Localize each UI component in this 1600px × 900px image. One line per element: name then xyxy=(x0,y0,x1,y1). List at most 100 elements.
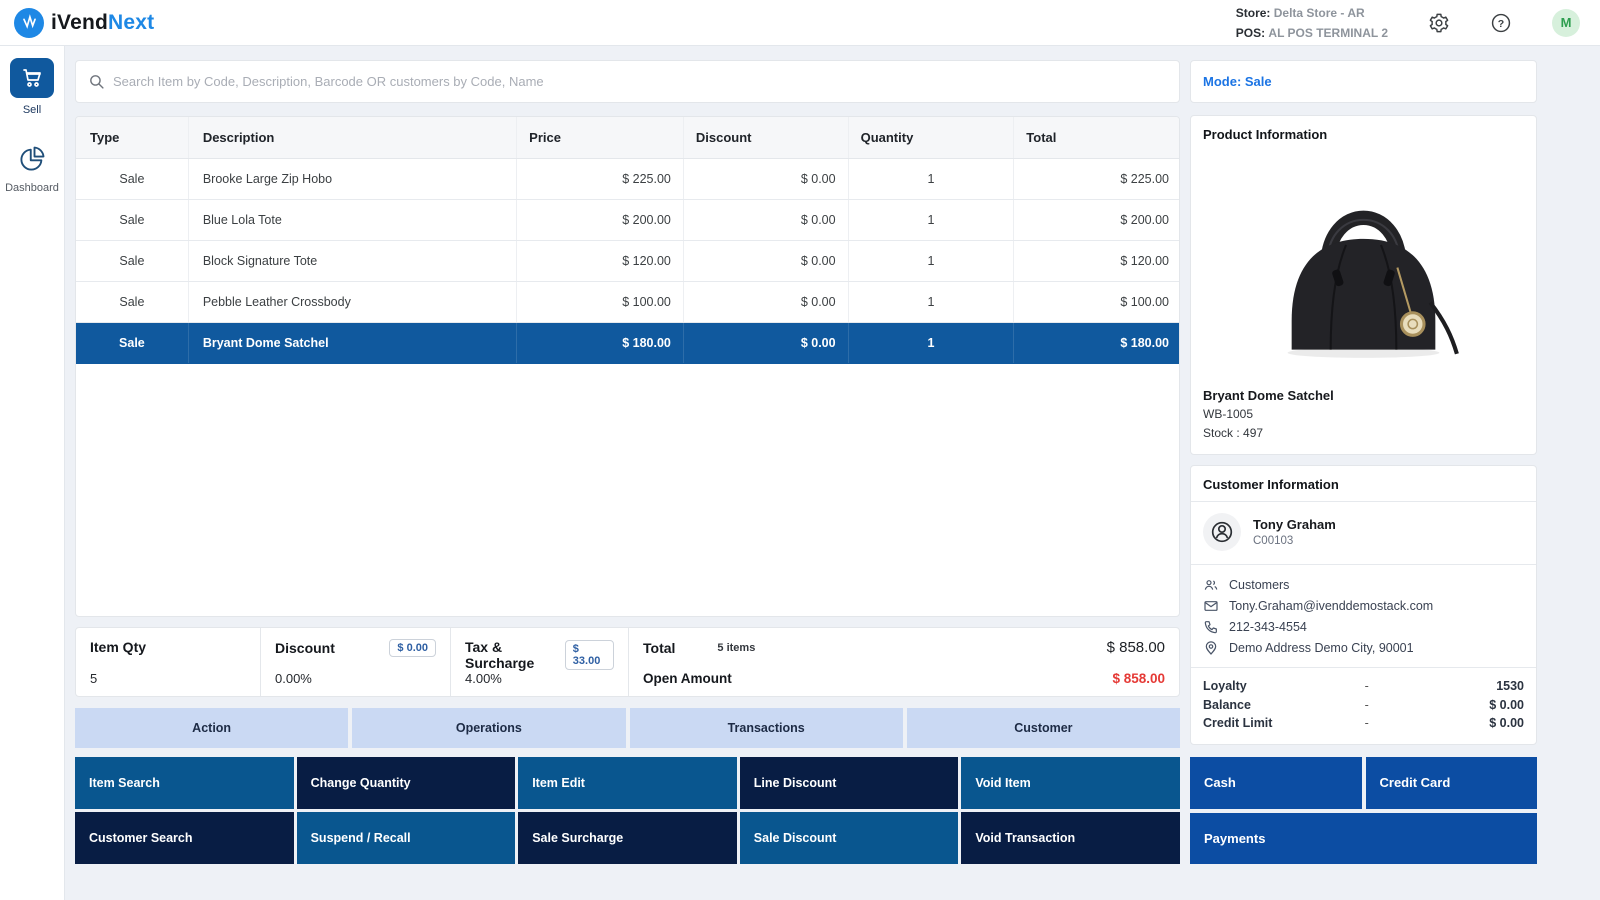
row-quantity: 1 xyxy=(849,323,1015,363)
void-item-button[interactable]: Void Item xyxy=(961,757,1180,809)
customers-icon xyxy=(1203,577,1219,593)
tab-customer[interactable]: Customer xyxy=(907,708,1180,748)
cash-button[interactable]: Cash xyxy=(1190,757,1362,809)
customer-email-text: Tony.Graham@ivenddemostack.com xyxy=(1229,599,1433,613)
total-items-count: 5 items xyxy=(717,642,755,654)
loyalty-row: Loyalty - 1530 xyxy=(1203,677,1524,696)
balance-label: Balance xyxy=(1203,698,1338,712)
row-type: Sale xyxy=(76,282,189,322)
row-total: $ 180.00 xyxy=(1014,323,1179,363)
action-button-grid: Item Search Change Quantity Item Edit Li… xyxy=(75,757,1180,864)
cart-table: Type Description Price Discount Quantity… xyxy=(75,116,1180,617)
table-row-selected[interactable]: Sale Bryant Dome Satchel $ 180.00 $ 0.00… xyxy=(76,323,1179,364)
sidebar-item-dashboard[interactable]: Dashboard xyxy=(0,142,64,194)
discount-amount-badge: $ 0.00 xyxy=(389,639,436,657)
customer-avatar-icon xyxy=(1203,513,1241,551)
header-right: Store: Delta Store - AR POS: AL POS TERM… xyxy=(1236,3,1580,43)
store-label: Store: xyxy=(1236,6,1271,20)
open-amount-label: Open Amount xyxy=(643,671,732,686)
row-type: Sale xyxy=(76,200,189,240)
pos-line: POS: AL POS TERMINAL 2 xyxy=(1236,23,1388,43)
row-total: $ 225.00 xyxy=(1014,159,1179,199)
table-row[interactable]: Sale Brooke Large Zip Hobo $ 225.00 $ 0.… xyxy=(76,159,1179,200)
tab-action[interactable]: Action xyxy=(75,708,348,748)
item-qty-value: 5 xyxy=(90,671,246,686)
balance-row: Balance - $ 0.00 xyxy=(1203,696,1524,715)
store-value: Delta Store - AR xyxy=(1274,6,1365,20)
search-input[interactable] xyxy=(113,74,1167,89)
col-header-type: Type xyxy=(76,117,189,158)
sale-summary: Item Qty 5 Discount $ 0.00 0.00% Tax & S… xyxy=(75,627,1180,697)
sale-discount-button[interactable]: Sale Discount xyxy=(740,812,959,864)
line-discount-button[interactable]: Line Discount xyxy=(740,757,959,809)
customer-code: C00103 xyxy=(1253,535,1336,547)
item-edit-button[interactable]: Item Edit xyxy=(518,757,737,809)
row-quantity: 1 xyxy=(849,159,1015,199)
user-avatar[interactable]: M xyxy=(1552,9,1580,37)
row-type: Sale xyxy=(76,159,189,199)
suspend-recall-button[interactable]: Suspend / Recall xyxy=(297,812,516,864)
customer-email-row: Tony.Graham@ivenddemostack.com xyxy=(1203,595,1524,616)
brand-name: iVendNext xyxy=(51,11,154,35)
table-row[interactable]: Sale Pebble Leather Crossbody $ 100.00 $… xyxy=(76,282,1179,323)
sidebar-dashboard-label: Dashboard xyxy=(0,182,64,194)
product-info-title: Product Information xyxy=(1203,127,1524,142)
customer-search-button[interactable]: Customer Search xyxy=(75,812,294,864)
store-line: Store: Delta Store - AR xyxy=(1236,3,1388,23)
summary-discount: Discount $ 0.00 0.00% xyxy=(261,628,451,696)
tax-percent: 4.00% xyxy=(465,671,614,686)
row-price: $ 120.00 xyxy=(517,241,684,281)
product-image xyxy=(1203,142,1524,386)
help-icon[interactable]: ? xyxy=(1490,12,1512,34)
customer-name: Tony Graham xyxy=(1253,517,1336,532)
row-description: Block Signature Tote xyxy=(189,241,517,281)
row-price: $ 180.00 xyxy=(517,323,684,363)
row-price: $ 225.00 xyxy=(517,159,684,199)
customer-phone-row: 212-343-4554 xyxy=(1203,616,1524,637)
tab-transactions[interactable]: Transactions xyxy=(630,708,903,748)
row-price: $ 200.00 xyxy=(517,200,684,240)
settings-gear-icon[interactable] xyxy=(1428,12,1450,34)
search-bar xyxy=(75,60,1180,103)
action-tabs: Action Operations Transactions Customer xyxy=(75,708,1180,748)
sidebar-item-sell[interactable]: Sell xyxy=(0,58,64,116)
table-row[interactable]: Sale Blue Lola Tote $ 200.00 $ 0.00 1 $ … xyxy=(76,200,1179,241)
sidebar-sell-label: Sell xyxy=(0,104,64,116)
cart-icon xyxy=(20,66,44,90)
balance-value: $ 0.00 xyxy=(1396,698,1524,712)
col-header-quantity: Quantity xyxy=(849,117,1015,158)
table-row[interactable]: Sale Block Signature Tote $ 120.00 $ 0.0… xyxy=(76,241,1179,282)
open-amount-value: $ 858.00 xyxy=(1112,671,1165,686)
credit-limit-label: Credit Limit xyxy=(1203,716,1338,730)
loyalty-value: 1530 xyxy=(1396,679,1524,693)
credit-limit-row: Credit Limit - $ 0.00 xyxy=(1203,714,1524,733)
ivendnext-logo-icon xyxy=(14,8,44,38)
tax-amount-badge: $ 33.00 xyxy=(565,640,614,670)
customer-info-title: Customer Information xyxy=(1203,477,1524,492)
credit-limit-separator: - xyxy=(1338,716,1396,730)
tab-operations[interactable]: Operations xyxy=(352,708,625,748)
svg-text:?: ? xyxy=(1498,17,1504,29)
customer-group-row: Customers xyxy=(1203,574,1524,595)
search-icon xyxy=(88,73,105,90)
row-discount: $ 0.00 xyxy=(684,323,849,363)
credit-card-button[interactable]: Credit Card xyxy=(1366,757,1538,809)
col-header-discount: Discount xyxy=(684,117,849,158)
sale-surcharge-button[interactable]: Sale Surcharge xyxy=(518,812,737,864)
payments-button[interactable]: Payments xyxy=(1190,813,1537,865)
discount-label: Discount xyxy=(275,640,335,656)
void-transaction-button[interactable]: Void Transaction xyxy=(961,812,1180,864)
top-header: iVendNext Store: Delta Store - AR POS: A… xyxy=(0,0,1600,46)
summary-item-qty: Item Qty 5 xyxy=(76,628,261,696)
col-header-total: Total xyxy=(1014,117,1179,158)
phone-icon xyxy=(1203,619,1219,635)
loyalty-label: Loyalty xyxy=(1203,679,1338,693)
change-quantity-button[interactable]: Change Quantity xyxy=(297,757,516,809)
item-search-button[interactable]: Item Search xyxy=(75,757,294,809)
customer-address-text: Demo Address Demo City, 90001 xyxy=(1229,641,1414,655)
row-total: $ 120.00 xyxy=(1014,241,1179,281)
location-icon xyxy=(1203,640,1219,656)
brand-next: Next xyxy=(108,11,154,34)
product-stock: Stock : 497 xyxy=(1203,424,1524,443)
row-total: $ 200.00 xyxy=(1014,200,1179,240)
